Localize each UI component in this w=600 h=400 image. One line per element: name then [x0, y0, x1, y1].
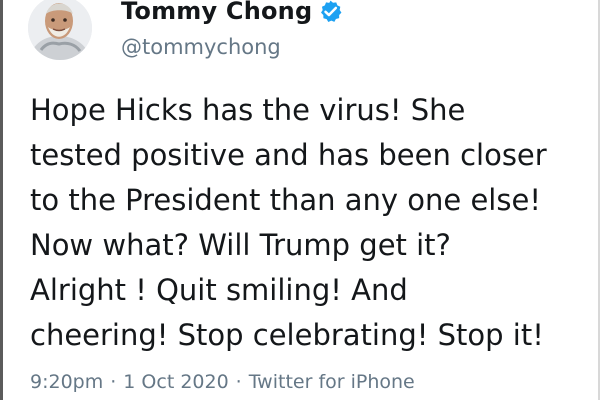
avatar-portrait-icon: [28, 0, 92, 60]
window-left-border: [0, 0, 3, 400]
tweet-card: Tommy Chong @tommychong Hope Hicks has t…: [0, 0, 600, 400]
avatar[interactable]: [28, 0, 92, 60]
metadata-separator: ·: [235, 371, 242, 393]
tweet-date-link[interactable]: 1 Oct 2020: [123, 370, 228, 394]
tweet-source-link[interactable]: Twitter for iPhone: [249, 370, 415, 394]
tweet-metadata: 9:20pm · 1 Oct 2020 · Twitter for iPhone: [30, 370, 415, 394]
user-handle[interactable]: @tommychong: [121, 34, 281, 60]
display-name[interactable]: Tommy Chong: [121, 0, 312, 26]
tweet-text: Hope Hicks has the virus! She tested pos…: [30, 93, 547, 352]
verified-badge-icon: [318, 0, 343, 24]
metadata-separator: ·: [110, 371, 117, 393]
tweet-time-link[interactable]: 9:20pm: [30, 370, 103, 394]
